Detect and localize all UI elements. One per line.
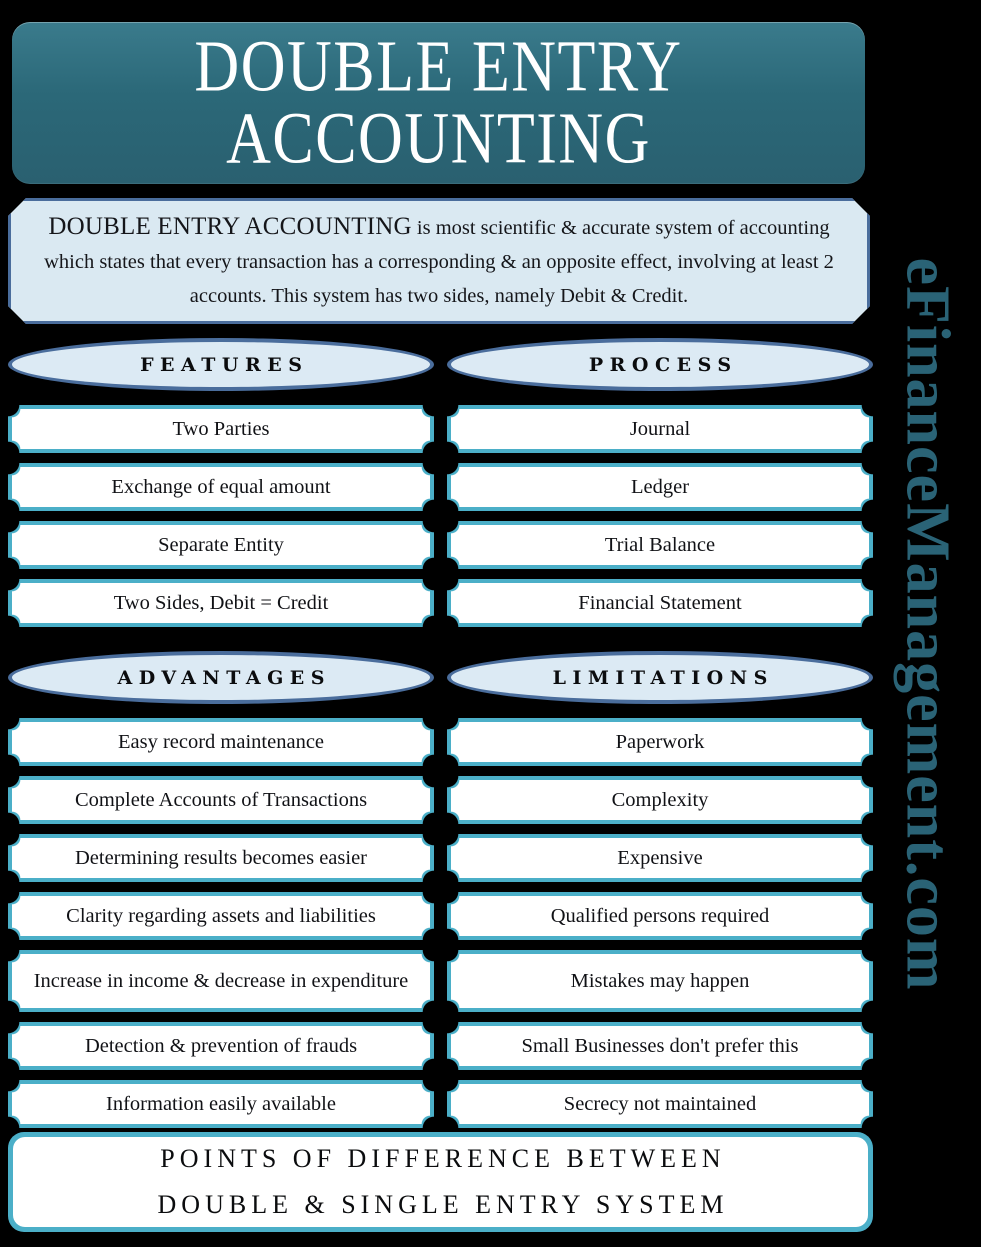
definition-box: DOUBLE ENTRY ACCOUNTING is most scientif… — [8, 198, 870, 324]
limitation-item-6[interactable]: Small Businesses don't prefer this — [447, 1022, 873, 1070]
process-item-1-label: Journal — [629, 418, 691, 440]
limitation-item-3-label: Expensive — [617, 847, 703, 869]
advantage-item-2-inner: Complete Accounts of Transactions — [12, 780, 430, 820]
section-header-advantages: ADVANTAGES — [8, 651, 434, 704]
limitation-item-2[interactable]: Complexity — [447, 776, 873, 824]
advantage-item-7-label: Information easily available — [106, 1093, 336, 1115]
process-item-4-inner: Financial Statement — [451, 583, 869, 623]
feature-item-1-inner: Two Parties — [12, 409, 430, 449]
advantage-item-4[interactable]: Clarity regarding assets and liabilities — [8, 892, 434, 940]
section-header-limitations: LIMITATIONS — [447, 651, 873, 704]
limitation-item-3[interactable]: Expensive — [447, 834, 873, 882]
features-column: FEATURES Two Parties Exchange of equal a… — [8, 338, 434, 637]
section-header-process: PROCESS — [447, 338, 873, 391]
advantage-item-5-label: Increase in income & decrease in expendi… — [33, 970, 409, 992]
feature-item-1-label: Two Parties — [172, 418, 270, 440]
feature-item-3-inner: Separate Entity — [12, 525, 430, 565]
advantage-item-1-inner: Easy record maintenance — [12, 722, 430, 762]
section-header-features-label: FEATURES — [140, 353, 309, 376]
advantage-item-7[interactable]: Information easily available — [8, 1080, 434, 1128]
limitation-item-1-label: Paperwork — [615, 731, 705, 753]
points-of-difference-banner[interactable]: POINTS OF DIFFERENCE BETWEEN DOUBLE & SI… — [8, 1132, 873, 1232]
feature-item-2-label: Exchange of equal amount — [111, 476, 331, 498]
limitation-item-7-label: Secrecy not maintained — [563, 1093, 757, 1115]
limitation-item-1-inner: Paperwork — [451, 722, 869, 762]
footer-line-1: POINTS OF DIFFERENCE BETWEEN — [160, 1144, 726, 1173]
section-header-advantages-label: ADVANTAGES — [117, 666, 332, 689]
advantage-item-3[interactable]: Determining results becomes easier — [8, 834, 434, 882]
process-item-4[interactable]: Financial Statement — [447, 579, 873, 627]
title-banner: DOUBLE ENTRY ACCOUNTING — [12, 22, 865, 184]
feature-item-4-inner: Two Sides, Debit = Credit — [12, 583, 430, 623]
process-item-2-label: Ledger — [630, 476, 690, 498]
process-item-2-inner: Ledger — [451, 467, 869, 507]
brand-sidebar: eFinanceManagement.com — [873, 0, 981, 1247]
section-header-limitations-label: LIMITATIONS — [552, 666, 774, 689]
process-item-1-inner: Journal — [451, 409, 869, 449]
limitation-item-2-label: Complexity — [611, 789, 709, 811]
limitation-item-7[interactable]: Secrecy not maintained — [447, 1080, 873, 1128]
advantage-item-5-inner: Increase in income & decrease in expendi… — [12, 954, 430, 1008]
limitation-item-4[interactable]: Qualified persons required — [447, 892, 873, 940]
limitation-item-4-label: Qualified persons required — [550, 905, 770, 927]
process-item-2[interactable]: Ledger — [447, 463, 873, 511]
advantage-item-1-label: Easy record maintenance — [117, 731, 325, 753]
advantage-item-3-inner: Determining results becomes easier — [12, 838, 430, 878]
advantage-item-5[interactable]: Increase in income & decrease in expendi… — [8, 950, 434, 1012]
advantage-item-7-inner: Information easily available — [12, 1084, 430, 1124]
advantages-column: ADVANTAGES Easy record maintenance Compl… — [8, 651, 434, 1138]
limitations-column: LIMITATIONS Paperwork Complexity Expensi… — [447, 651, 873, 1138]
title-line-2: ACCOUNTING — [226, 98, 651, 180]
brand-watermark: eFinanceManagement.com — [893, 256, 962, 991]
process-item-3-label: Trial Balance — [604, 534, 716, 556]
limitation-item-2-inner: Complexity — [451, 780, 869, 820]
feature-item-4[interactable]: Two Sides, Debit = Credit — [8, 579, 434, 627]
process-column: PROCESS Journal Ledger Trial Balance Fin… — [447, 338, 873, 637]
limitation-item-5-label: Mistakes may happen — [570, 970, 750, 992]
limitation-item-6-label: Small Businesses don't prefer this — [521, 1035, 799, 1057]
section-header-process-label: PROCESS — [588, 353, 738, 376]
definition-text: DOUBLE ENTRY ACCOUNTING is most scientif… — [29, 210, 849, 313]
footer-line-2: DOUBLE & SINGLE ENTRY SYSTEM — [157, 1190, 729, 1219]
limitation-item-5-inner: Mistakes may happen — [451, 954, 869, 1008]
points-of-difference-inner: POINTS OF DIFFERENCE BETWEEN DOUBLE & SI… — [13, 1137, 868, 1227]
feature-item-4-label: Two Sides, Debit = Credit — [113, 592, 329, 614]
limitation-item-7-inner: Secrecy not maintained — [451, 1084, 869, 1124]
advantage-item-4-inner: Clarity regarding assets and liabilities — [12, 896, 430, 936]
process-item-4-label: Financial Statement — [578, 592, 742, 614]
limitation-item-1[interactable]: Paperwork — [447, 718, 873, 766]
definition-lead: DOUBLE ENTRY ACCOUNTING — [48, 212, 412, 240]
advantage-item-6-inner: Detection & prevention of frauds — [12, 1026, 430, 1066]
section-header-features: FEATURES — [8, 338, 434, 391]
limitation-item-5[interactable]: Mistakes may happen — [447, 950, 873, 1012]
advantage-item-6[interactable]: Detection & prevention of frauds — [8, 1022, 434, 1070]
advantage-item-1[interactable]: Easy record maintenance — [8, 718, 434, 766]
process-item-3[interactable]: Trial Balance — [447, 521, 873, 569]
limitation-item-3-inner: Expensive — [451, 838, 869, 878]
infographic-page: DOUBLE ENTRY ACCOUNTING DOUBLE ENTRY ACC… — [0, 0, 981, 1247]
limitation-item-4-inner: Qualified persons required — [451, 896, 869, 936]
feature-item-2-inner: Exchange of equal amount — [12, 467, 430, 507]
process-item-1[interactable]: Journal — [447, 405, 873, 453]
advantage-item-4-label: Clarity regarding assets and liabilities — [66, 905, 376, 927]
feature-item-2[interactable]: Exchange of equal amount — [8, 463, 434, 511]
advantage-item-2-label: Complete Accounts of Transactions — [74, 789, 368, 811]
feature-item-3-label: Separate Entity — [158, 534, 284, 556]
process-item-3-inner: Trial Balance — [451, 525, 869, 565]
advantage-item-3-label: Determining results becomes easier — [74, 847, 368, 869]
limitation-item-6-inner: Small Businesses don't prefer this — [451, 1026, 869, 1066]
advantage-item-2[interactable]: Complete Accounts of Transactions — [8, 776, 434, 824]
feature-item-1[interactable]: Two Parties — [8, 405, 434, 453]
advantage-item-6-label: Detection & prevention of frauds — [84, 1035, 358, 1057]
feature-item-3[interactable]: Separate Entity — [8, 521, 434, 569]
